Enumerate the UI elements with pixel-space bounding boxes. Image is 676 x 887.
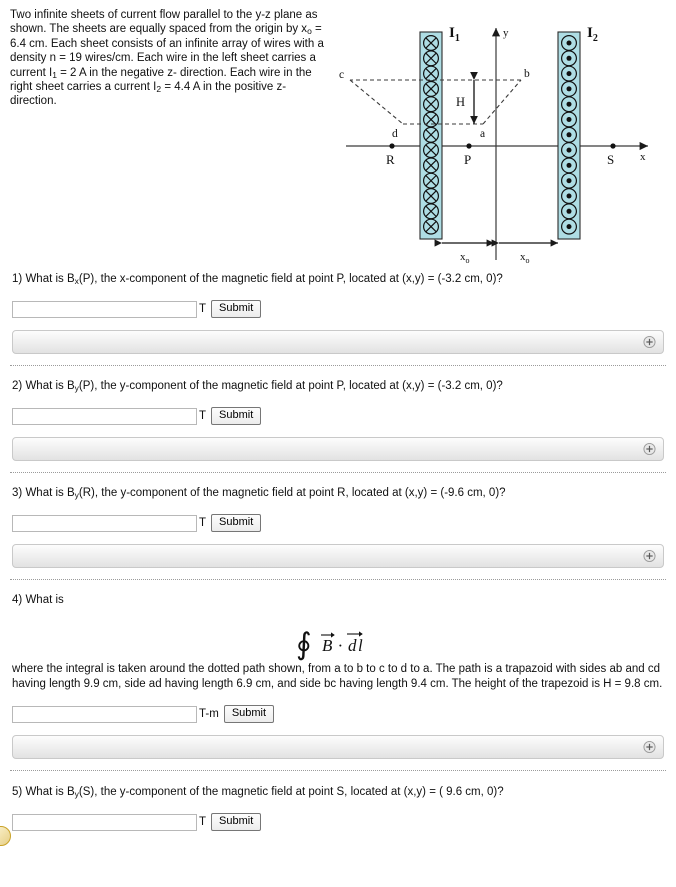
question-1-pre: What is B xyxy=(25,273,75,285)
question-3-post: (R), the y-component of the magnetic fie… xyxy=(78,487,506,499)
question-1-number: 1) xyxy=(12,273,23,285)
question-5-unit-label: T xyxy=(199,816,207,828)
question-3-text: 3) What is By(R), the y-component of the… xyxy=(0,486,676,501)
question-4-body: where the integral is taken around the d… xyxy=(0,662,676,692)
question-block-2: 2) What is By(P), the y-component of the… xyxy=(0,379,676,473)
svg-text:l: l xyxy=(358,636,363,655)
current-sheets-diagram: x y I1 I2 a b c d H P R S xo xo xyxy=(330,10,670,268)
height-label: H xyxy=(456,95,465,109)
question-4-prompt: 4) What is xyxy=(0,593,676,608)
left-spacing-label: xo xyxy=(460,251,470,265)
y-axis-label: y xyxy=(503,27,509,39)
plus-circle-icon[interactable] xyxy=(643,442,656,456)
vertex-a-label: a xyxy=(480,128,485,140)
question-2-hint-bar[interactable] xyxy=(12,437,664,461)
question-block-4: 4) What is ∮ B · d l where the integral … xyxy=(0,593,676,771)
intro-line-5-post: = 2 A in the negative z- xyxy=(56,66,177,79)
right-sheet-current-label: I2 xyxy=(587,25,598,44)
question-1-unit-label: T xyxy=(199,303,207,315)
question-4-unit-label: T-m xyxy=(199,708,219,720)
question-4-answer-row: T-m Submit xyxy=(0,705,676,723)
question-3-hint-bar[interactable] xyxy=(12,544,664,568)
question-3-number: 3) xyxy=(12,487,23,499)
question-4-answer-input[interactable] xyxy=(12,705,197,723)
point-S-label: S xyxy=(607,152,614,167)
point-P-marker xyxy=(466,143,472,149)
plus-circle-icon[interactable] xyxy=(643,335,656,349)
intro-i2-subscript: 2 xyxy=(156,84,162,95)
question-4-submit-button[interactable]: Submit xyxy=(223,705,275,723)
contour-integral-formula: ∮ B · d l xyxy=(0,624,676,661)
question-1-answer-input[interactable] xyxy=(12,300,197,318)
problem-header: Two infinite sheets of current flow para… xyxy=(0,0,676,272)
svg-text:·: · xyxy=(338,636,342,655)
question-5-answer-input[interactable] xyxy=(12,813,197,831)
vertex-c-label: c xyxy=(339,69,344,81)
section-divider-4 xyxy=(10,770,666,771)
right-current-sheet xyxy=(557,31,581,240)
question-1-answer-row: T Submit xyxy=(0,300,676,318)
intro-line-1: Two infinite sheets of current flow para… xyxy=(10,9,271,21)
intro-i1-subscript: 1 xyxy=(52,69,57,80)
question-5-answer-row: T Submit xyxy=(0,813,676,831)
right-spacing-label: xo xyxy=(520,251,530,265)
question-4-prompt-text: What is xyxy=(25,594,64,606)
question-2-subscript: y xyxy=(74,383,79,393)
question-2-answer-input[interactable] xyxy=(12,407,197,425)
question-5-submit-button[interactable]: Submit xyxy=(211,813,262,831)
question-1-text: 1) What is Bx(P), the x-component of the… xyxy=(0,272,676,287)
point-R-marker xyxy=(389,143,395,149)
question-3-pre: What is B xyxy=(25,487,75,499)
question-1-submit-button[interactable]: Submit xyxy=(211,300,262,318)
intro-xo-subscript: o xyxy=(307,26,312,37)
svg-text:B: B xyxy=(322,636,333,655)
section-divider-1 xyxy=(10,365,666,366)
point-P-label: P xyxy=(464,152,471,167)
section-divider-2 xyxy=(10,472,666,473)
point-R-label: R xyxy=(386,152,395,167)
question-2-text: 2) What is By(P), the y-component of the… xyxy=(0,379,676,394)
svg-text:d: d xyxy=(348,636,357,655)
question-2-unit-label: T xyxy=(199,410,207,422)
question-5-subscript: y xyxy=(74,789,79,799)
question-4-body-line-1: where the integral is taken around the d… xyxy=(12,663,607,675)
svg-text:∮: ∮ xyxy=(296,628,312,661)
left-current-sheet xyxy=(419,31,443,240)
question-5-pre: What is B xyxy=(25,786,75,798)
question-1-hint-bar[interactable] xyxy=(12,330,664,354)
question-block-3: 3) What is By(R), the y-component of the… xyxy=(0,486,676,580)
question-4-body-line-3: trapezoid is H = 9.8 cm. xyxy=(541,678,663,690)
problem-statement: Two infinite sheets of current flow para… xyxy=(10,8,330,109)
question-3-answer-input[interactable] xyxy=(12,514,197,532)
question-3-submit-button[interactable]: Submit xyxy=(211,514,262,532)
question-5-number: 5) xyxy=(12,786,23,798)
question-4-hint-bar[interactable] xyxy=(12,735,664,759)
question-5-post: (S), the y-component of the magnetic fie… xyxy=(78,786,504,798)
vertex-d-label: d xyxy=(392,128,398,140)
plus-circle-icon[interactable] xyxy=(643,549,656,563)
question-3-subscript: y xyxy=(74,490,79,500)
question-2-answer-row: T Submit xyxy=(0,407,676,425)
intro-line-3-pre: origin by x xyxy=(254,23,308,36)
question-5-text: 5) What is By(S), the y-component of the… xyxy=(0,785,676,800)
question-1-subscript: x xyxy=(74,276,79,286)
question-2-submit-button[interactable]: Submit xyxy=(211,407,262,425)
question-3-answer-row: T Submit xyxy=(0,514,676,532)
question-1-post: (P), the x-component of the magnetic fie… xyxy=(78,273,503,285)
section-divider-3 xyxy=(10,579,666,580)
question-4-number: 4) xyxy=(12,594,23,606)
question-2-number: 2) xyxy=(12,380,23,392)
vertex-b-label: b xyxy=(524,68,530,80)
point-S-marker xyxy=(610,143,616,149)
question-2-post: (P), the y-component of the magnetic fie… xyxy=(78,380,503,392)
question-3-unit-label: T xyxy=(199,517,207,529)
plus-circle-icon[interactable] xyxy=(643,740,656,754)
question-block-1: 1) What is Bx(P), the x-component of the… xyxy=(0,272,676,366)
question-2-pre: What is B xyxy=(25,380,75,392)
left-sheet-current-label: I1 xyxy=(449,25,460,44)
question-block-5: 5) What is By(S), the y-component of the… xyxy=(0,785,676,831)
x-axis-label: x xyxy=(640,151,646,163)
